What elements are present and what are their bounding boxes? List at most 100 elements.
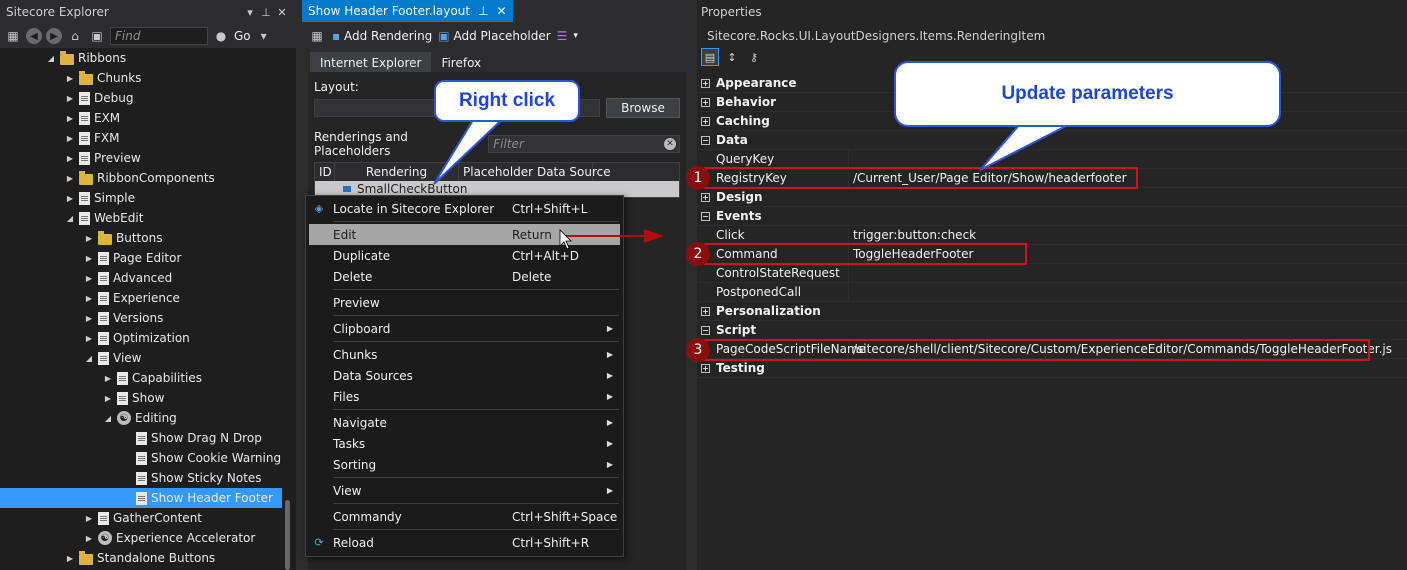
- expand-arrow-icon[interactable]: ▶: [101, 374, 115, 383]
- tree-item[interactable]: ▶ Buttons: [0, 228, 282, 248]
- tab-internet-explorer[interactable]: Internet Explorer: [310, 52, 432, 74]
- expand-icon[interactable]: +: [701, 116, 710, 126]
- expand-icon[interactable]: +: [701, 78, 710, 88]
- tree-item[interactable]: ▶ Advanced: [0, 268, 282, 288]
- categorized-icon[interactable]: ▤: [701, 48, 719, 66]
- menu-item-duplicate[interactable]: Duplicate Ctrl+Alt+D: [306, 245, 623, 266]
- expanded-arrow-icon[interactable]: ◢: [63, 214, 77, 223]
- tree-item[interactable]: ◢ ☯ Editing: [0, 408, 282, 428]
- tree-item[interactable]: Show Cookie Warning: [0, 448, 282, 468]
- tree-item[interactable]: ▶ Standalone Buttons: [0, 548, 282, 568]
- tree-item[interactable]: ▶ Page Editor: [0, 248, 282, 268]
- expanded-arrow-icon[interactable]: ◢: [44, 54, 58, 63]
- menu-item-edit[interactable]: Edit Return: [309, 224, 620, 245]
- tree-item[interactable]: ▶ Chunks: [0, 68, 282, 88]
- expand-icon[interactable]: +: [701, 97, 710, 107]
- expand-arrow-icon[interactable]: ▶: [63, 134, 77, 143]
- add-placeholder-button[interactable]: ▣ Add Placeholder: [438, 29, 550, 43]
- dropdown-icon[interactable]: ▾: [242, 6, 258, 19]
- expanded-arrow-icon[interactable]: ◢: [101, 414, 115, 423]
- find-input[interactable]: Find: [110, 27, 208, 45]
- column-id[interactable]: ID: [315, 163, 335, 181]
- tree-item[interactable]: ▶ Experience: [0, 288, 282, 308]
- tab-firefox[interactable]: Firefox: [431, 52, 491, 74]
- layout-icon[interactable]: ▦: [308, 27, 326, 45]
- tree-item[interactable]: Show Drag N Drop: [0, 428, 282, 448]
- expand-arrow-icon[interactable]: ▶: [82, 534, 96, 543]
- property-category[interactable]: − Script: [697, 321, 1407, 340]
- list-icon[interactable]: ☰: [557, 29, 568, 43]
- expand-arrow-icon[interactable]: ▶: [63, 74, 77, 83]
- expand-arrow-icon[interactable]: ▶: [63, 154, 77, 163]
- more-icon[interactable]: ▾: [255, 27, 273, 45]
- property-row[interactable]: PostponedCall: [697, 282, 1407, 302]
- expand-arrow-icon[interactable]: ▶: [63, 194, 77, 203]
- tree-item[interactable]: ▶ ☯ Experience Accelerator: [0, 528, 282, 548]
- menu-item-view[interactable]: View ▶: [306, 480, 623, 501]
- menu-item-chunks[interactable]: Chunks ▶: [306, 344, 623, 365]
- tree-item[interactable]: ▶ Show: [0, 388, 282, 408]
- forward-icon[interactable]: ▶: [46, 28, 62, 44]
- menu-item-navigate[interactable]: Navigate ▶: [306, 412, 623, 433]
- tree-item[interactable]: ▶ Capabilities: [0, 368, 282, 388]
- tree-item[interactable]: Show Sticky Notes: [0, 468, 282, 488]
- menu-item-clipboard[interactable]: Clipboard ▶: [306, 318, 623, 339]
- menu-item-data-sources[interactable]: Data Sources ▶: [306, 365, 623, 386]
- tree-item[interactable]: ▶ RibbonComponents: [0, 168, 282, 188]
- property-category[interactable]: − Data: [697, 131, 1407, 150]
- tree-item[interactable]: ◢ View: [0, 348, 282, 368]
- close-icon[interactable]: ✕: [274, 6, 290, 19]
- column-rendering[interactable]: Rendering: [335, 163, 459, 181]
- clear-filter-icon[interactable]: ✕: [664, 138, 676, 150]
- close-tab-icon[interactable]: ✕: [497, 4, 507, 18]
- clear-find-icon[interactable]: ●: [212, 27, 230, 45]
- go-button[interactable]: Go: [234, 29, 251, 43]
- expand-icon[interactable]: +: [701, 306, 710, 316]
- tree-item[interactable]: ▶ Preview: [0, 148, 282, 168]
- pin-icon[interactable]: ⊥: [478, 4, 488, 18]
- tree-item[interactable]: ▶ GatherContent: [0, 508, 282, 528]
- collapse-icon[interactable]: −: [701, 135, 710, 145]
- tree-item[interactable]: ◢ WebEdit: [0, 208, 282, 228]
- expand-arrow-icon[interactable]: ▶: [82, 254, 96, 263]
- menu-item-reload[interactable]: ⟳ Reload Ctrl+Shift+R: [306, 532, 623, 553]
- collapse-icon[interactable]: ▦: [4, 27, 22, 45]
- expand-arrow-icon[interactable]: ▶: [82, 234, 96, 243]
- expand-arrow-icon[interactable]: ▶: [63, 94, 77, 103]
- menu-item-delete[interactable]: Delete Delete: [306, 266, 623, 287]
- menu-item-files[interactable]: Files ▶: [306, 386, 623, 407]
- expand-arrow-icon[interactable]: ▶: [82, 514, 96, 523]
- tree-item[interactable]: ◢ Ribbons: [0, 48, 282, 68]
- property-value[interactable]: trigger:button:check: [849, 228, 976, 242]
- expand-arrow-icon[interactable]: ▶: [101, 394, 115, 403]
- expand-arrow-icon[interactable]: ▶: [63, 114, 77, 123]
- menu-item-tasks[interactable]: Tasks ▶: [306, 433, 623, 454]
- tree-item[interactable]: Show Header Footer: [0, 488, 282, 508]
- property-pages-icon[interactable]: ⚷: [745, 48, 763, 66]
- expand-arrow-icon[interactable]: ▶: [82, 334, 96, 343]
- browse-button[interactable]: Browse: [606, 98, 680, 118]
- tree-item[interactable]: ▶ Versions: [0, 308, 282, 328]
- back-icon[interactable]: ◀: [26, 28, 42, 44]
- menu-item-sorting[interactable]: Sorting ▶: [306, 454, 623, 475]
- new-connection-icon[interactable]: ▣: [88, 27, 106, 45]
- expand-arrow-icon[interactable]: ▶: [82, 294, 96, 303]
- property-category[interactable]: + Design: [697, 188, 1407, 207]
- add-rendering-button[interactable]: ▪ Add Rendering: [332, 29, 432, 43]
- pin-icon[interactable]: ⊥: [258, 6, 274, 19]
- tree-item[interactable]: ▶ EXM: [0, 108, 282, 128]
- tree-item[interactable]: ▶ Simple: [0, 188, 282, 208]
- collapse-icon[interactable]: −: [701, 325, 710, 335]
- document-tab[interactable]: Show Header Footer.layout ⊥ ✕: [302, 0, 513, 22]
- expanded-arrow-icon[interactable]: ◢: [82, 354, 96, 363]
- expand-icon[interactable]: +: [701, 363, 710, 373]
- column-placeholder-datasource[interactable]: Placeholder Data Source: [459, 163, 611, 181]
- overflow-icon[interactable]: ▾: [573, 31, 578, 41]
- filter-input[interactable]: Filter ✕: [488, 135, 680, 153]
- property-category[interactable]: + Testing: [697, 359, 1407, 378]
- tree-scrollbar-thumb[interactable]: [285, 500, 290, 570]
- property-row[interactable]: ControlStateRequest: [697, 263, 1407, 283]
- tree-item[interactable]: ▶ Debug: [0, 88, 282, 108]
- expand-arrow-icon[interactable]: ▶: [82, 274, 96, 283]
- expand-arrow-icon[interactable]: ▶: [63, 554, 77, 563]
